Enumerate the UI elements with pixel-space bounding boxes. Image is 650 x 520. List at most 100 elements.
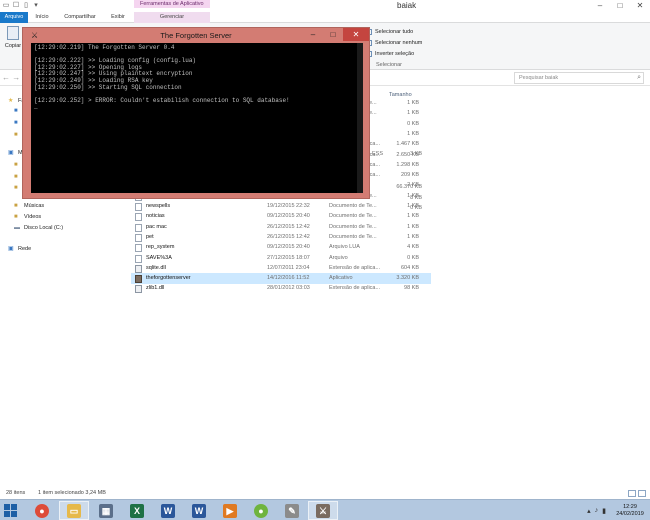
volume-icon[interactable]: ♪ — [595, 507, 599, 514]
taskbar-app-green[interactable]: ● — [246, 501, 276, 520]
taskbar-file-explorer[interactable]: ▭ — [59, 501, 89, 520]
invert-selection-label: Inverter seleção — [375, 50, 415, 57]
nav-item-network[interactable]: ▣ Rede — [8, 244, 31, 253]
console-line: [12:29:02.252] > ERROR: Couldn't estabil… — [34, 96, 290, 104]
folder-icon: ■ — [14, 161, 18, 168]
windows-logo-icon — [11, 511, 17, 517]
select-none-button[interactable]: Selecionar nenhum — [366, 37, 456, 48]
console-scrollbar[interactable] — [357, 43, 363, 193]
network-icon[interactable]: ▮ — [602, 507, 606, 515]
nav-item-computer[interactable]: ▣ M — [8, 148, 23, 157]
new-folder-icon[interactable]: ▯ — [22, 1, 30, 10]
tab-manage[interactable]: Gerenciar — [134, 12, 210, 23]
nav-label-videos: Vídeos — [24, 213, 42, 220]
nav-item-videos[interactable]: ■ Vídeos — [14, 212, 41, 221]
document-icon — [135, 203, 142, 211]
details-view-icon[interactable] — [628, 490, 636, 497]
close-icon[interactable]: ✕ — [630, 0, 650, 12]
maximize-icon[interactable]: □ — [610, 0, 630, 12]
taskbar-excel[interactable]: X — [122, 501, 152, 520]
windows-logo-icon — [4, 511, 10, 517]
document-icon — [135, 244, 142, 253]
tab-share[interactable]: Compartilhar — [57, 12, 103, 23]
music-folder-icon: ■ — [14, 202, 18, 209]
invert-selection-button[interactable]: Inverter seleção — [366, 48, 456, 59]
nav-label-network: Rede — [18, 245, 32, 252]
taskbar-word-1[interactable]: W — [153, 501, 183, 520]
tools-icon: ✎ — [285, 503, 299, 518]
ribbon-tabs: Arquivo Início Compartilhar Exibir Geren… — [0, 12, 650, 23]
console-titlebar[interactable]: ⚔ The Forgotten Server – □ ✕ — [23, 28, 369, 43]
document-icon — [135, 233, 142, 242]
taskbar-media[interactable]: ▦ — [91, 501, 121, 520]
tab-file[interactable]: Arquivo — [0, 12, 28, 23]
file-date: 28/01/2012 03:03 — [267, 285, 310, 292]
console-line: [12:29:02.219] The Forgotten Server 0.4 — [34, 44, 175, 51]
tray-chevron-icon[interactable]: ▴ — [587, 507, 591, 515]
tab-view[interactable]: Exibir — [104, 12, 132, 23]
clock-date: 24/02/2019 — [616, 510, 644, 517]
minimize-icon[interactable]: – — [590, 0, 610, 12]
copy-button-label: Copiar — [4, 43, 22, 49]
window-controls: – □ ✕ — [590, 0, 650, 12]
taskbar-media-player[interactable]: ▶ — [215, 501, 245, 520]
console-line: _ — [34, 103, 38, 111]
properties-icon[interactable]: ☐ — [12, 1, 20, 10]
folder-icon[interactable]: ▭ — [2, 1, 10, 10]
select-none-label: Selecionar nenhum — [375, 39, 423, 46]
document-icon — [135, 223, 142, 232]
windows-logo-icon — [4, 504, 10, 510]
app-icon: ● — [254, 503, 268, 518]
document-icon — [135, 213, 142, 222]
chevron-down-icon[interactable]: ▾ — [32, 1, 40, 10]
server-app-icon: ⚔ — [316, 503, 330, 518]
tab-home[interactable]: Início — [30, 12, 54, 23]
console-output[interactable]: [12:29:02.219] The Forgotten Server 0.4​… — [31, 43, 363, 193]
select-all-button[interactable]: Selecionar tudo — [366, 26, 456, 37]
context-tab-group-label: Ferramentas de Aplicativo — [134, 0, 210, 8]
minimize-icon[interactable]: – — [303, 28, 323, 41]
search-placeholder: Pesquisar baiak — [519, 75, 559, 81]
word-icon: W — [192, 503, 206, 518]
search-icon: ⌕ — [637, 74, 641, 81]
status-bar: 28 itens 1 item selecionado 3,24 MB — [0, 488, 650, 499]
download-icon: ■ — [14, 119, 18, 126]
folder-icon: ■ — [14, 131, 18, 138]
selection-info: 1 item selecionado 3,24 MB — [38, 490, 106, 496]
console-line: [12:29:02.250] >> Starting SQL connectio… — [34, 83, 182, 91]
taskbar-forgotten-server[interactable]: ⚔ — [308, 501, 338, 520]
copy-icon — [7, 26, 19, 40]
console-window-controls: – □ ✕ — [303, 28, 369, 41]
drive-icon: ▬ — [14, 224, 20, 231]
start-button[interactable] — [2, 502, 20, 519]
nav-label-local-disk: Disco Local (C:) — [24, 224, 64, 231]
chrome-icon: ● — [35, 503, 49, 518]
explorer-titlebar: ▭ ☐ ▯ ▾ Ferramentas de Aplicativo baiak … — [0, 0, 650, 12]
taskbar-word-2[interactable]: W — [184, 501, 214, 520]
play-icon: ▶ — [223, 503, 237, 518]
search-input[interactable]: Pesquisar baiak ⌕ — [514, 72, 644, 84]
nav-item-music[interactable]: ■ Músicas — [14, 201, 44, 210]
dll-file-icon — [135, 285, 142, 294]
file-name: zlib1.dll — [146, 285, 165, 292]
nav-label-music: Músicas — [24, 202, 45, 209]
clock-time: 12:29 — [623, 503, 637, 510]
back-forward-buttons[interactable]: ← → — [2, 73, 20, 82]
taskbar-chrome[interactable]: ● — [27, 501, 57, 520]
file-row[interactable]: zlib1.dll 28/01/2012 03:03 Extensão de apl… — [131, 283, 431, 294]
select-group: Selecionar tudo Selecionar nenhum Invert… — [366, 26, 456, 59]
taskbar-app-tools[interactable]: ✎ — [277, 501, 307, 520]
file-size: 98 KB — [404, 285, 419, 292]
clock[interactable]: 12:29 24/02/2019 — [610, 504, 650, 518]
quick-access-toolbar: ▭ ☐ ▯ ▾ — [2, 1, 40, 10]
media-icon: ▦ — [99, 503, 113, 518]
close-icon[interactable]: ✕ — [343, 28, 369, 41]
large-icons-view-icon[interactable] — [638, 490, 646, 497]
system-tray: ▴ ♪ ▮ 12:29 24/02/2019 — [587, 500, 650, 520]
dll-file-icon — [135, 264, 142, 273]
maximize-icon[interactable]: □ — [323, 28, 343, 41]
nav-item-local-disk[interactable]: ▬ Disco Local (C:) — [14, 223, 63, 232]
copy-button[interactable]: Copiar — [2, 26, 24, 58]
view-buttons — [628, 490, 646, 497]
console-window[interactable]: ⚔ The Forgotten Server – □ ✕ [12:29:02.2… — [22, 27, 370, 199]
